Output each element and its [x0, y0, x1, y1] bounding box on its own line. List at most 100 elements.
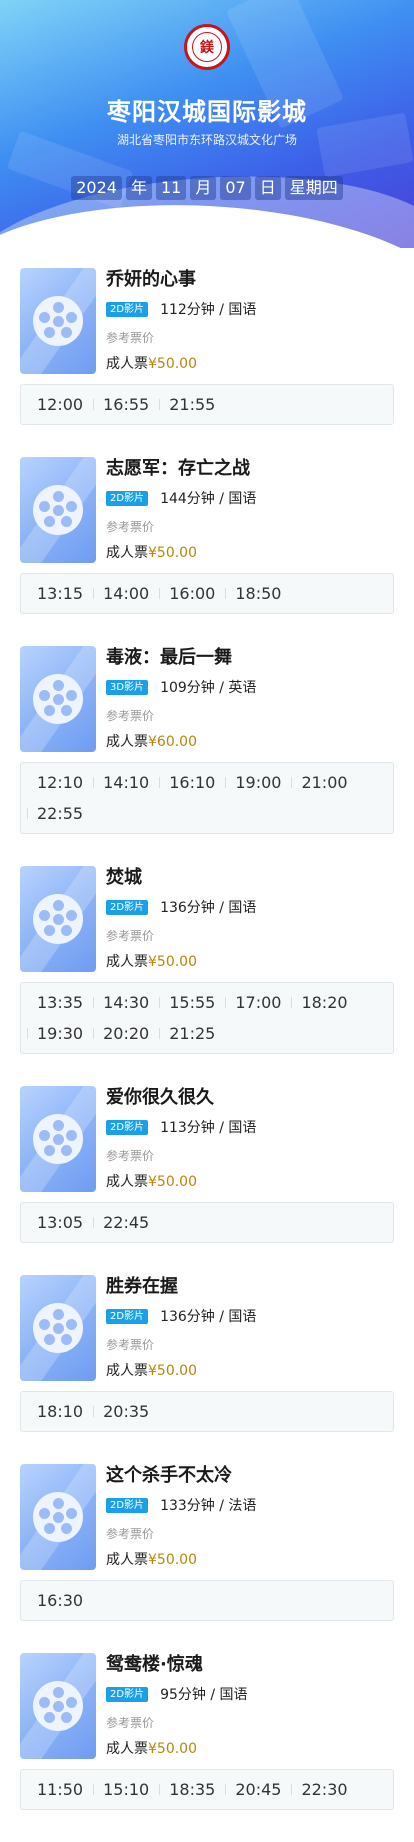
movie-title[interactable]: 这个杀手不太冷 — [106, 1465, 394, 1487]
format-badge: 2D影片 — [106, 899, 149, 915]
showtime[interactable]: 13:05 — [27, 1207, 93, 1238]
showtime[interactable]: 20:45 — [225, 1774, 291, 1805]
showtime[interactable]: 18:35 — [159, 1774, 225, 1805]
movie-info: 胜券在握 2D影片 136分钟 / 国语 参考票价 成人票¥50.00 — [106, 1275, 394, 1381]
showtime[interactable]: 22:30 — [291, 1774, 357, 1805]
movie-title[interactable]: 志愿军：存亡之战 — [106, 458, 394, 480]
ticket-price: ¥50.00 — [148, 954, 197, 970]
movie-title[interactable]: 焚城 — [106, 867, 394, 889]
movie-poster-placeholder[interactable] — [20, 1086, 96, 1192]
showtime[interactable]: 15:10 — [93, 1774, 159, 1805]
format-badge: 2D影片 — [106, 1686, 149, 1702]
film-reel-icon — [33, 485, 83, 535]
showtime[interactable]: 19:30 — [27, 1018, 93, 1049]
movie-info: 志愿军：存亡之战 2D影片 144分钟 / 国语 参考票价 成人票¥50.00 — [106, 457, 394, 563]
date-year: 2024 — [71, 176, 122, 200]
showtime[interactable]: 13:15 — [27, 578, 93, 609]
showtime[interactable]: 13:35 — [27, 987, 93, 1018]
format-badge: 2D影片 — [106, 490, 149, 506]
showtime-list: 13:05 22:45 — [20, 1202, 394, 1243]
showtime[interactable]: 12:10 — [27, 767, 93, 798]
ticket-price: ¥60.00 — [148, 734, 197, 750]
movie-title[interactable]: 毒液：最后一舞 — [106, 647, 394, 669]
showtime-list: 11:50 15:10 18:35 20:45 22:30 — [20, 1769, 394, 1810]
cinema-header: 鎂 枣阳汉城国际影城 湖北省枣阳市东环路汉城文化广场 2024 年 11 月 0… — [0, 0, 414, 248]
duration-language: 136分钟 / 国语 — [160, 900, 257, 916]
film-reel-icon — [33, 1681, 83, 1731]
ticket-price-row: 成人票¥50.00 — [106, 1360, 394, 1380]
movie-poster-placeholder[interactable] — [20, 268, 96, 374]
showtime[interactable]: 11:50 — [27, 1774, 93, 1805]
ref-price-label: 参考票价 — [106, 709, 155, 723]
movie-info: 鸳鸯楼·惊魂 2D影片 95分钟 / 国语 参考票价 成人票¥50.00 — [106, 1653, 394, 1759]
movie-info: 爱你很久很久 2D影片 113分钟 / 国语 参考票价 成人票¥50.00 — [106, 1086, 394, 1192]
showtime[interactable]: 22:45 — [93, 1207, 159, 1238]
movie-poster-placeholder[interactable] — [20, 1464, 96, 1570]
ticket-price: ¥50.00 — [148, 545, 197, 561]
format-badge: 3D影片 — [106, 679, 149, 695]
movie-poster-placeholder[interactable] — [20, 1275, 96, 1381]
ticket-price-row: 成人票¥50.00 — [106, 353, 394, 373]
showtime[interactable]: 22:55 — [27, 798, 93, 829]
film-reel-icon — [33, 1492, 83, 1542]
showtime[interactable]: 21:55 — [159, 389, 225, 420]
logo-text: 鎂 — [200, 40, 214, 56]
movie-poster-placeholder[interactable] — [20, 866, 96, 972]
duration-language: 95分钟 / 国语 — [160, 1687, 248, 1703]
movie-poster-placeholder[interactable] — [20, 1653, 96, 1759]
ticket-price: ¥50.00 — [148, 1174, 197, 1190]
film-reel-icon — [33, 674, 83, 724]
movie-title[interactable]: 胜券在握 — [106, 1276, 394, 1298]
ticket-price-row: 成人票¥60.00 — [106, 731, 394, 751]
showtime[interactable]: 17:00 — [225, 987, 291, 1018]
ticket-price: ¥50.00 — [148, 1741, 197, 1757]
showtime[interactable]: 16:10 — [159, 767, 225, 798]
movie-poster-placeholder[interactable] — [20, 457, 96, 563]
showtime[interactable]: 14:10 — [93, 767, 159, 798]
adult-ticket-label: 成人票 — [106, 1552, 148, 1568]
ticket-price-row: 成人票¥50.00 — [106, 1171, 394, 1191]
showtime[interactable]: 15:55 — [159, 987, 225, 1018]
ticket-price-row: 成人票¥50.00 — [106, 951, 394, 971]
movie-title[interactable]: 鸳鸯楼·惊魂 — [106, 1654, 394, 1676]
adult-ticket-label: 成人票 — [106, 734, 148, 750]
ticket-price: ¥50.00 — [148, 1363, 197, 1379]
movie-poster-placeholder[interactable] — [20, 646, 96, 752]
movie-title[interactable]: 爱你很久很久 — [106, 1087, 394, 1109]
duration-language: 136分钟 / 国语 — [160, 1309, 257, 1325]
film-reel-icon — [33, 1114, 83, 1164]
showtime[interactable]: 18:10 — [27, 1396, 93, 1427]
showtime[interactable]: 14:00 — [93, 578, 159, 609]
showtime[interactable]: 16:30 — [27, 1585, 93, 1616]
film-reel-icon — [33, 296, 83, 346]
showtime[interactable]: 16:00 — [159, 578, 225, 609]
showtime[interactable]: 21:25 — [159, 1018, 225, 1049]
date-day: 07 — [220, 176, 251, 200]
ref-price-label: 参考票价 — [106, 520, 155, 534]
showtime[interactable]: 20:20 — [93, 1018, 159, 1049]
adult-ticket-label: 成人票 — [106, 954, 148, 970]
ticket-price: ¥50.00 — [148, 1552, 197, 1568]
movie-list: 乔妍的心事 2D影片 112分钟 / 国语 参考票价 成人票¥50.00 12:… — [0, 248, 414, 1810]
movie-info: 焚城 2D影片 136分钟 / 国语 参考票价 成人票¥50.00 — [106, 866, 394, 972]
movie-title[interactable]: 乔妍的心事 — [106, 269, 394, 291]
ref-price-label: 参考票价 — [106, 1716, 155, 1730]
showtime[interactable]: 20:35 — [93, 1396, 159, 1427]
adult-ticket-label: 成人票 — [106, 356, 148, 372]
showtime[interactable]: 16:55 — [93, 389, 159, 420]
showtime[interactable]: 18:50 — [225, 578, 291, 609]
showtime[interactable]: 19:00 — [225, 767, 291, 798]
showtime[interactable]: 21:00 — [291, 767, 357, 798]
format-badge: 2D影片 — [106, 1308, 149, 1324]
format-badge: 2D影片 — [106, 1119, 149, 1135]
format-badge: 2D影片 — [106, 1497, 149, 1513]
showtime[interactable]: 12:00 — [27, 389, 93, 420]
duration-language: 144分钟 / 国语 — [160, 491, 257, 507]
showtime[interactable]: 18:20 — [291, 987, 357, 1018]
movie-info: 毒液：最后一舞 3D影片 109分钟 / 英语 参考票价 成人票¥60.00 — [106, 646, 394, 752]
movie-card: 胜券在握 2D影片 136分钟 / 国语 参考票价 成人票¥50.00 18:1… — [20, 1275, 394, 1432]
movie-card: 毒液：最后一舞 3D影片 109分钟 / 英语 参考票价 成人票¥60.00 1… — [20, 646, 394, 834]
showtime[interactable]: 14:30 — [93, 987, 159, 1018]
showtime-list: 13:15 14:00 16:00 18:50 — [20, 573, 394, 614]
movie-card: 这个杀手不太冷 2D影片 133分钟 / 法语 参考票价 成人票¥50.00 1… — [20, 1464, 394, 1621]
